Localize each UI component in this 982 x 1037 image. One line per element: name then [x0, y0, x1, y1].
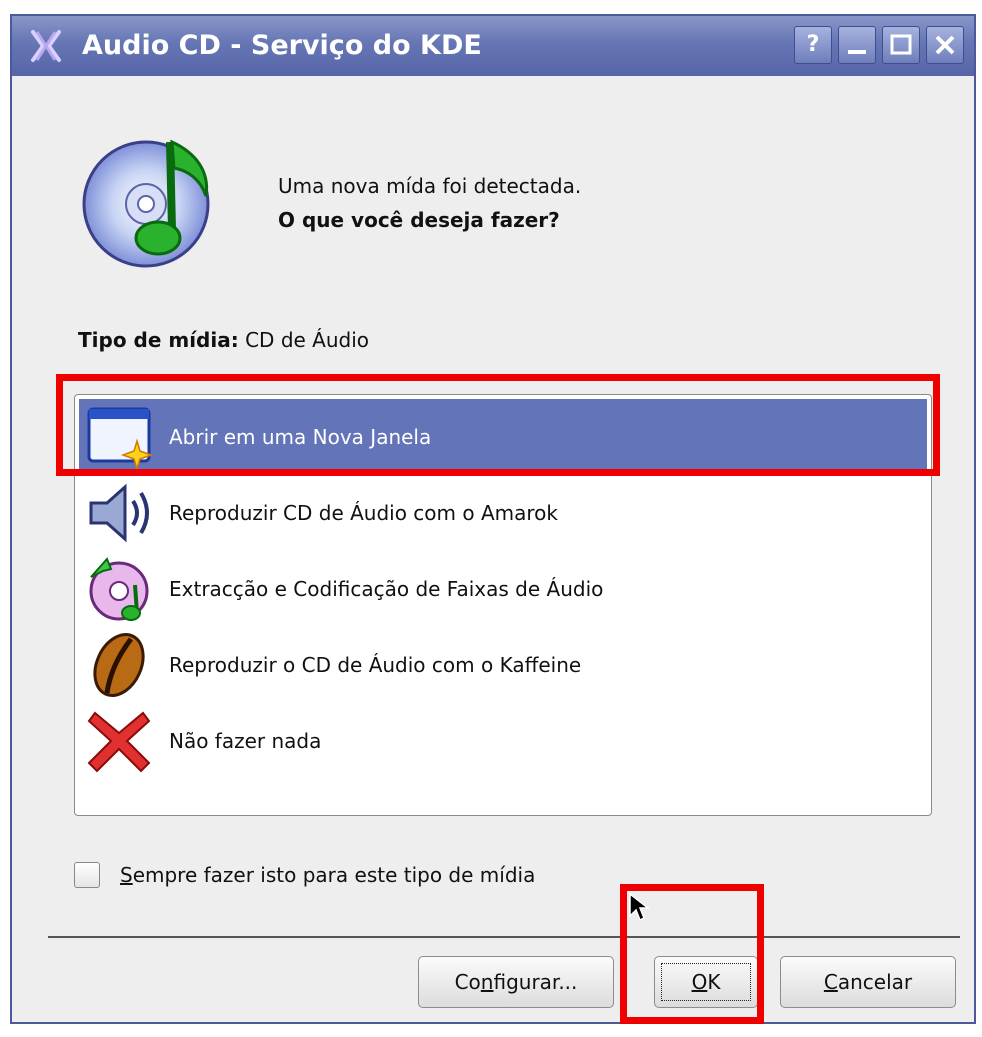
kaffeine-bean-icon — [93, 633, 145, 697]
list-item-do-nothing[interactable]: Não fazer nada — [79, 703, 927, 779]
always-do-this-checkbox[interactable] — [74, 862, 100, 888]
minimize-button[interactable] — [838, 26, 876, 64]
cd-rip-icon — [89, 557, 149, 621]
maximize-icon — [890, 34, 912, 55]
minimize-icon — [848, 50, 866, 54]
cancel-button[interactable]: Cancelar — [780, 956, 956, 1008]
ok-button[interactable]: OK — [654, 956, 758, 1008]
message-line-2: O que você deseja fazer? — [278, 208, 560, 232]
maximize-button[interactable] — [882, 26, 920, 64]
red-x-icon — [87, 711, 151, 773]
focus-ring — [661, 963, 751, 1001]
kde-x-logo-icon[interactable] — [28, 28, 64, 64]
list-item-label: Abrir em uma Nova Janela — [169, 425, 432, 449]
list-item-label: Extracção e Codificação de Faixas de Áud… — [169, 577, 604, 601]
new-window-icon — [87, 407, 153, 471]
speaker-icon — [89, 483, 149, 543]
always-do-this-label[interactable]: Sempre fazer isto para este tipo de mídi… — [120, 860, 535, 890]
dialog-window: Audio CD - Serviço do KDE ? Uma nova míd… — [10, 14, 976, 1024]
button-separator — [48, 936, 960, 938]
title-bar[interactable]: Audio CD - Serviço do KDE ? — [12, 16, 974, 76]
list-item-label: Reproduzir o CD de Áudio com o Kaffeine — [169, 653, 582, 677]
action-list[interactable]: Abrir em uma Nova Janela Reproduzir CD d… — [74, 394, 932, 816]
close-icon — [935, 35, 955, 55]
list-item-amarok[interactable]: Reproduzir CD de Áudio com o Amarok — [79, 475, 927, 551]
window-title: Audio CD - Serviço do KDE — [82, 30, 482, 61]
media-type-row: Tipo de mídia: CD de Áudio — [78, 328, 369, 352]
mouse-pointer-icon — [629, 892, 651, 922]
list-item-label: Não fazer nada — [169, 729, 322, 753]
configure-button[interactable]: Configurar... — [418, 956, 614, 1008]
close-button[interactable] — [926, 26, 964, 64]
list-item-new-window[interactable]: Abrir em uma Nova Janela — [79, 399, 927, 475]
message-line-1: Uma nova mída foi detectada. — [278, 174, 582, 198]
media-type-value: CD de Áudio — [245, 328, 370, 352]
help-label: ? — [806, 32, 820, 57]
list-item-rip[interactable]: Extracção e Codificação de Faixas de Áud… — [79, 551, 927, 627]
audio-cd-icon — [82, 139, 210, 268]
list-item-kaffeine[interactable]: Reproduzir o CD de Áudio com o Kaffeine — [79, 627, 927, 703]
help-button[interactable]: ? — [794, 26, 832, 64]
list-item-label: Reproduzir CD de Áudio com o Amarok — [169, 501, 558, 525]
media-type-label: Tipo de mídia: — [78, 328, 239, 352]
